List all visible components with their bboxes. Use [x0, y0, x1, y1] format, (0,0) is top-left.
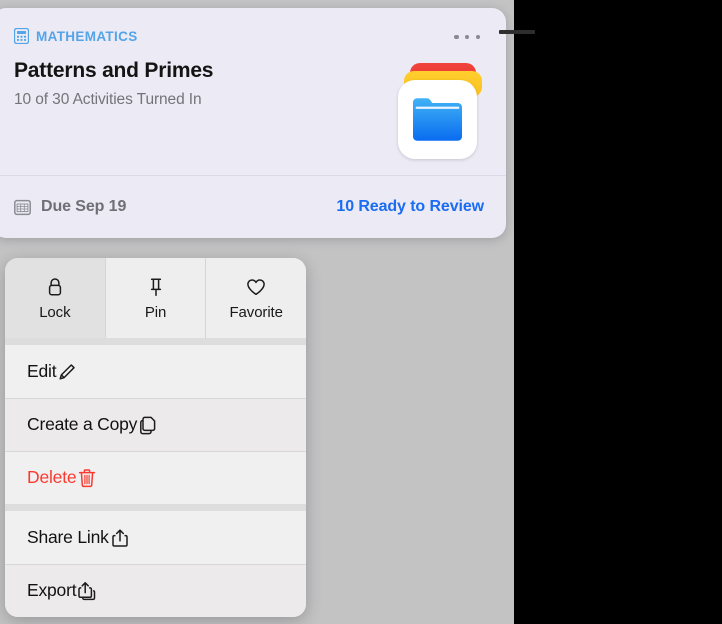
menu-item-label: Create a Copy [27, 414, 137, 435]
ready-to-review-link[interactable]: 10 Ready to Review [336, 198, 484, 216]
menu-item-delete[interactable]: Delete [5, 451, 306, 504]
menu-item-label: Edit [27, 361, 56, 382]
due-date-group: Due Sep 19 [14, 198, 126, 216]
folder-icon [409, 96, 466, 143]
menu-group-separator [5, 504, 306, 511]
more-options-icon[interactable] [454, 30, 480, 44]
duplicate-icon [137, 414, 159, 436]
stack-card-front [398, 80, 477, 159]
menu-item-export[interactable]: Export [5, 564, 306, 617]
menu-item-label: Delete [27, 467, 76, 488]
menu-tile-label: Favorite [229, 304, 282, 321]
screen: MATHEMATICS Patterns and Primes 10 of 30… [0, 0, 722, 624]
assignment-progress-text: 10 of 30 Activities Turned In [14, 91, 202, 109]
due-date-text: Due Sep 19 [41, 198, 126, 216]
context-menu-quick-actions: Lock Pin Favorite [5, 258, 306, 338]
menu-group-separator [5, 338, 306, 345]
menu-tile-pin[interactable]: Pin [106, 258, 207, 338]
menu-item-share-link[interactable]: Share Link [5, 511, 306, 564]
subject-label: MATHEMATICS [36, 29, 138, 44]
menu-tile-lock[interactable]: Lock [5, 258, 106, 338]
assignment-thumbnail-stack [398, 63, 488, 163]
menu-tile-favorite[interactable]: Favorite [206, 258, 306, 338]
pin-icon [145, 276, 167, 298]
assignment-card-footer: Due Sep 19 10 Ready to Review [0, 176, 506, 238]
menu-item-create-a-copy[interactable]: Create a Copy [5, 398, 306, 451]
assignment-card[interactable]: MATHEMATICS Patterns and Primes 10 of 30… [0, 8, 506, 238]
share-icon [109, 527, 131, 549]
trash-icon [76, 467, 98, 489]
pencil-icon [56, 361, 78, 383]
menu-tile-label: Pin [145, 304, 166, 321]
menu-item-edit[interactable]: Edit [5, 345, 306, 398]
export-icon [76, 580, 98, 602]
menu-item-label: Export [27, 580, 76, 601]
assignment-title: Patterns and Primes [14, 59, 213, 83]
assignment-card-body: MATHEMATICS Patterns and Primes 10 of 30… [0, 8, 506, 175]
menu-item-label: Share Link [27, 527, 109, 548]
subject-row: MATHEMATICS [14, 28, 138, 44]
menu-tile-label: Lock [39, 304, 70, 321]
heart-icon [245, 276, 267, 298]
lock-icon [44, 276, 66, 298]
calculator-icon [14, 28, 29, 44]
callout-leader-line [499, 30, 535, 34]
calendar-icon [14, 199, 31, 216]
context-menu: Lock Pin Favorite [5, 258, 306, 617]
